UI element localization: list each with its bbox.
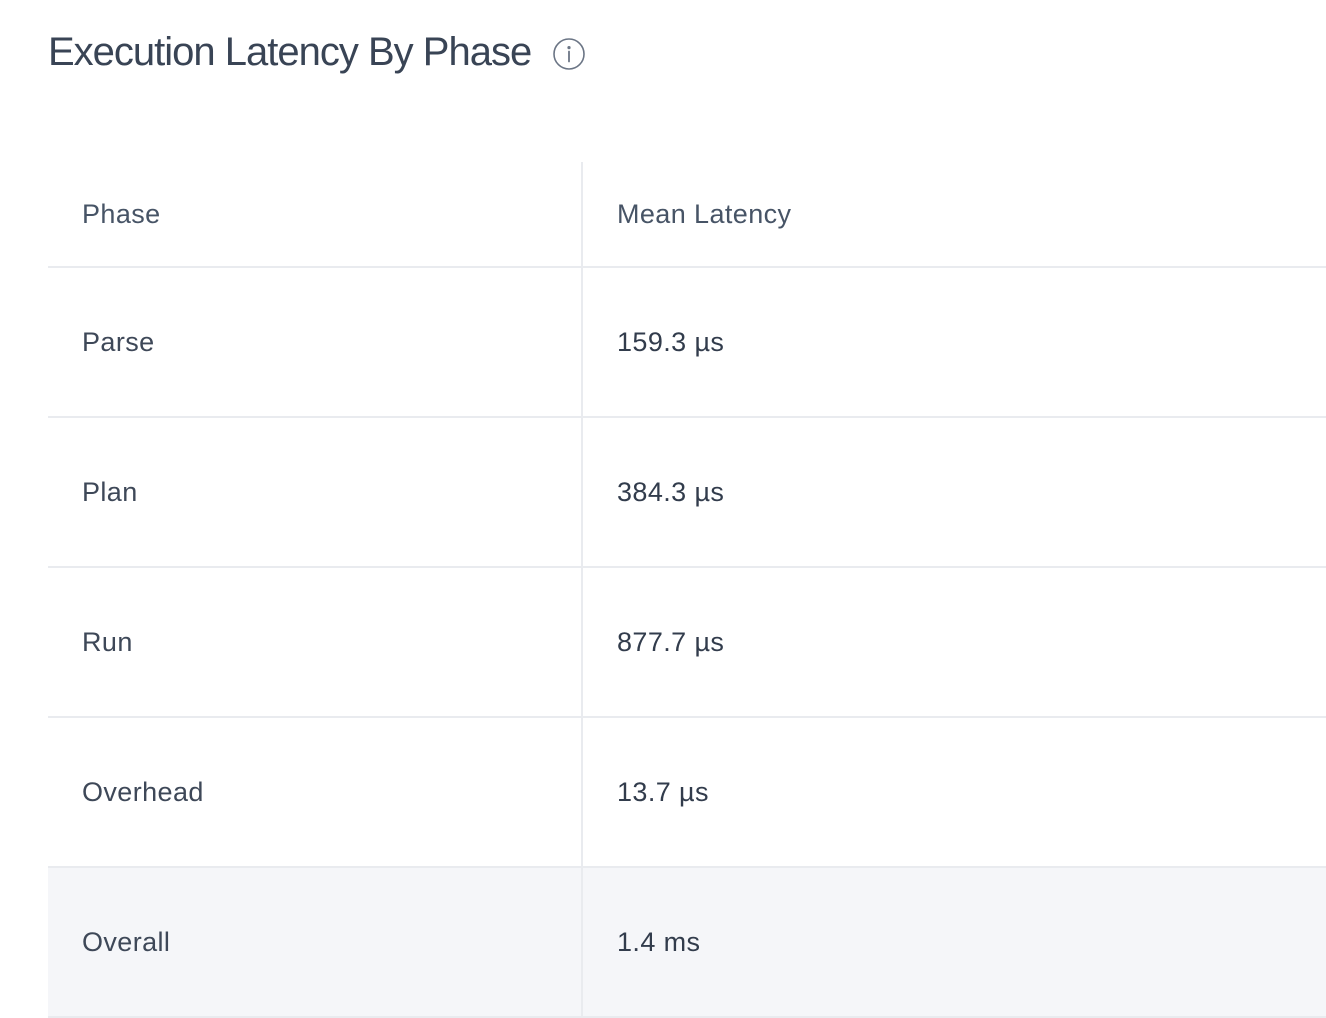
latency-cell: 159.3 µs: [582, 267, 1326, 418]
latency-cell: 384.3 µs: [582, 417, 1326, 568]
phase-cell: Overhead: [48, 717, 583, 868]
latency-cell: 13.7 µs: [582, 717, 1326, 868]
latency-cell: 877.7 µs: [582, 567, 1326, 718]
column-header-mean-latency[interactable]: Mean Latency: [582, 162, 1326, 268]
phase-cell: Run: [48, 567, 583, 718]
total-latency-cell: 1.4 ms: [582, 867, 1326, 1018]
page-title: Execution Latency By Phase: [48, 30, 532, 74]
column-header-phase[interactable]: Phase: [48, 162, 583, 268]
page-header: Execution Latency By Phase: [48, 24, 586, 80]
latency-table: Phase Mean Latency Parse 159.3 µs Plan 3…: [48, 162, 1326, 1018]
total-phase-cell: Overall: [48, 867, 583, 1018]
total-row: Overall 1.4 ms: [48, 867, 1326, 1018]
phase-cell: Plan: [48, 417, 583, 568]
table-row: Plan 384.3 µs: [48, 417, 1326, 568]
info-icon[interactable]: [553, 38, 586, 70]
table-row: Run 877.7 µs: [48, 567, 1326, 718]
table-row: Overhead 13.7 µs: [48, 717, 1326, 868]
phase-cell: Parse: [48, 267, 583, 418]
table-row: Parse 159.3 µs: [48, 267, 1326, 418]
table-header-row: Phase Mean Latency: [48, 162, 1326, 268]
